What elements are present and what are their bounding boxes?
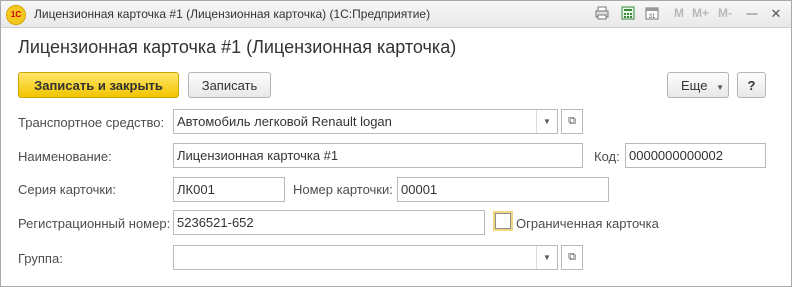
print-icon[interactable] xyxy=(594,6,610,22)
calculator-icon[interactable] xyxy=(620,6,636,22)
name-label: Наименование: xyxy=(18,149,112,164)
more-button-label: Еще xyxy=(681,78,708,93)
vehicle-field[interactable]: Автомобиль легковой Renault logan ▼ xyxy=(173,109,558,134)
reg-number-label: Регистрационный номер: xyxy=(18,216,171,231)
series-label: Серия карточки: xyxy=(18,182,116,197)
title-bar: 1С Лицензионная карточка #1 (Лицензионна… xyxy=(1,1,791,28)
more-button[interactable]: Еще ▼ xyxy=(667,72,729,98)
group-label: Группа: xyxy=(18,251,63,266)
chevron-down-icon: ▼ xyxy=(716,83,724,92)
close-icon[interactable]: ✕ xyxy=(768,6,784,22)
minimize-icon[interactable]: — xyxy=(744,6,760,22)
memory-m-button[interactable]: M xyxy=(674,6,684,20)
code-label: Код: xyxy=(594,149,620,164)
limited-card-label: Ограниченная карточка xyxy=(516,216,659,231)
number-field[interactable]: 00001 xyxy=(397,177,609,202)
reg-number-field[interactable]: 5236521-652 xyxy=(173,210,485,235)
group-field[interactable]: ▼ xyxy=(173,245,558,270)
limited-card-checkbox[interactable] xyxy=(493,211,513,231)
calendar-icon[interactable]: 31 xyxy=(644,6,660,22)
save-button[interactable]: Записать xyxy=(188,72,271,98)
svg-text:31: 31 xyxy=(649,14,656,20)
vehicle-value: Автомобиль легковой Renault logan xyxy=(177,114,392,129)
chevron-down-icon[interactable]: ▼ xyxy=(536,246,557,269)
memory-plus-button[interactable]: M+ xyxy=(692,6,709,20)
form-heading: Лицензионная карточка #1 (Лицензионная к… xyxy=(18,37,457,57)
help-button[interactable]: ? xyxy=(737,72,766,98)
open-icon[interactable]: ⧉ xyxy=(561,245,583,270)
form-window: 1С Лицензионная карточка #1 (Лицензионна… xyxy=(0,0,792,287)
window-title: Лицензионная карточка #1 (Лицензионная к… xyxy=(34,7,431,21)
chevron-down-icon[interactable]: ▼ xyxy=(536,110,557,133)
memory-minus-button[interactable]: M- xyxy=(718,6,732,20)
app-logo: 1С xyxy=(6,5,26,25)
vehicle-label: Транспортное средство: xyxy=(18,115,165,130)
save-and-close-button[interactable]: Записать и закрыть xyxy=(18,72,179,98)
name-field[interactable]: Лицензионная карточка #1 xyxy=(173,143,583,168)
code-field[interactable]: 0000000000002 xyxy=(625,143,766,168)
series-field[interactable]: ЛК001 xyxy=(173,177,285,202)
number-label: Номер карточки: xyxy=(293,182,393,197)
open-icon[interactable]: ⧉ xyxy=(561,109,583,134)
